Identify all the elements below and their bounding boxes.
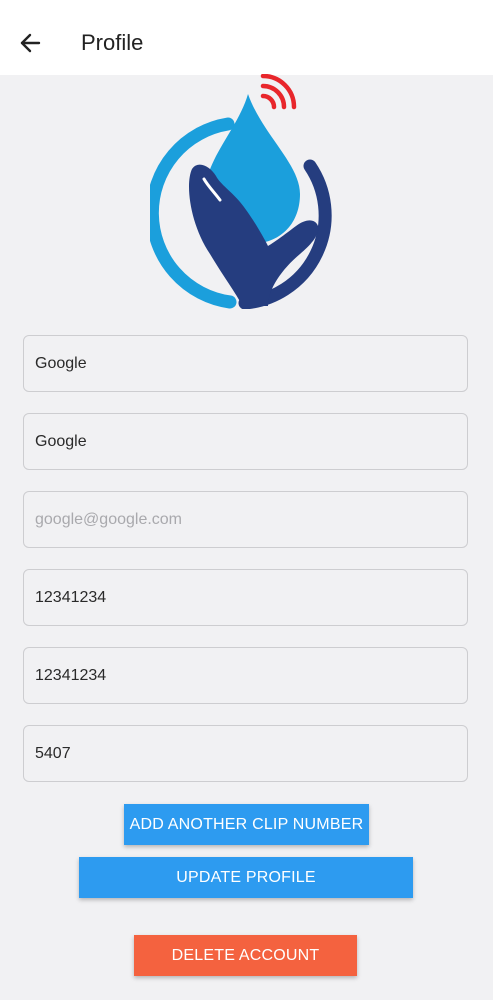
email-field[interactable] [23, 491, 468, 548]
delete-account-button[interactable]: DELETE ACCOUNT [134, 935, 357, 976]
arrow-left-icon [20, 33, 41, 53]
water-drop-hand-logo [150, 74, 332, 309]
phone-field[interactable] [23, 569, 468, 626]
update-profile-button[interactable]: UPDATE PROFILE [79, 857, 413, 898]
phone-secondary-field[interactable] [23, 647, 468, 704]
clip-number-field[interactable] [23, 725, 468, 782]
first-name-field[interactable] [23, 335, 468, 392]
last-name-field[interactable] [23, 413, 468, 470]
back-button[interactable] [12, 25, 48, 61]
add-clip-number-button[interactable]: ADD ANOTHER CLIP NUMBER [124, 804, 369, 845]
app-bar: Profile [0, 0, 493, 75]
page-title: Profile [81, 30, 144, 55]
